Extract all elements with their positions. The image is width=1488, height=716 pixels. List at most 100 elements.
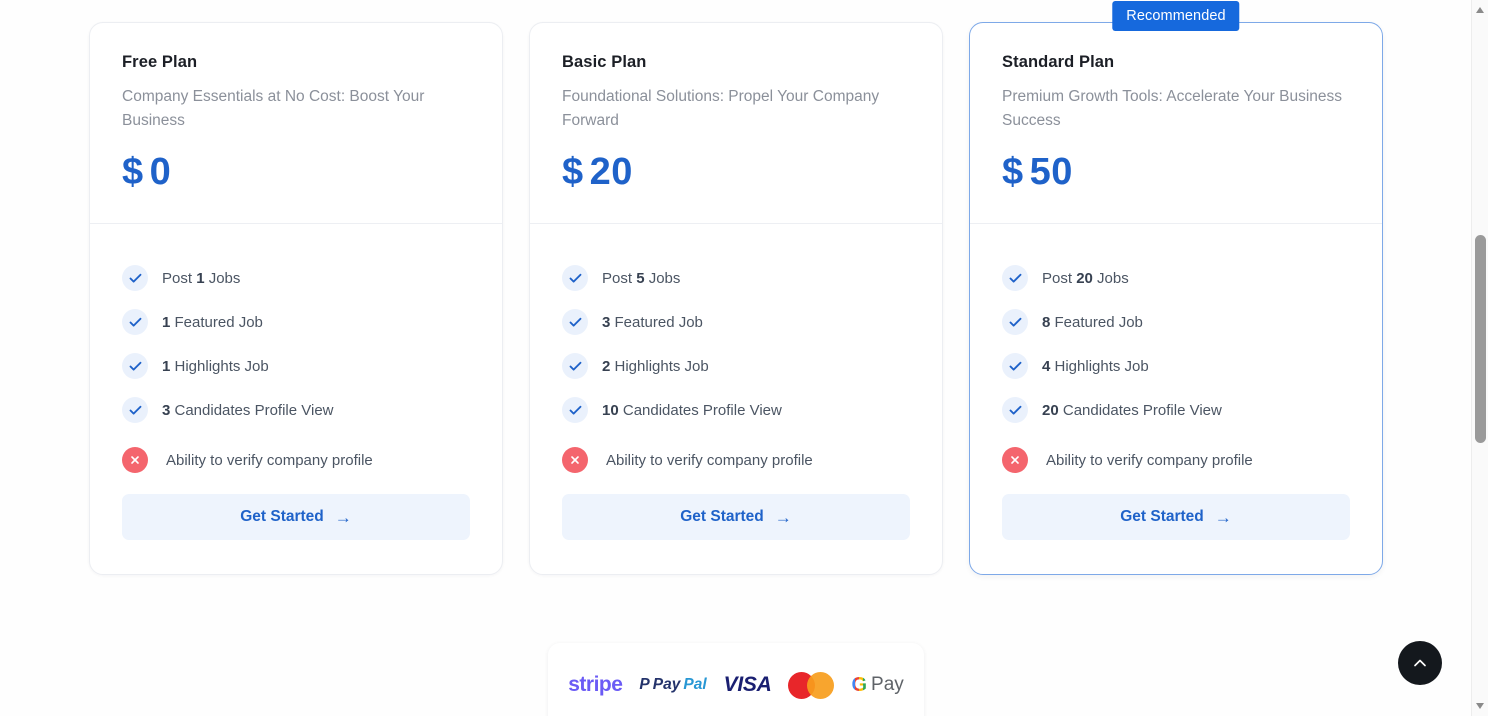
check-icon — [129, 273, 141, 283]
feature-suffix: Jobs — [1092, 269, 1129, 287]
plan-name: Standard Plan — [1002, 53, 1115, 71]
feature-value: 5 — [636, 269, 645, 287]
get-started-button[interactable]: Get Started → — [562, 494, 910, 540]
feature-text: Ability to verify company profile — [1046, 452, 1253, 469]
check-icon-badge — [562, 309, 588, 335]
pricing-card: Recommended Standard Plan Premium Growth T… — [969, 1, 1383, 575]
cta-wrapper: Get Started → — [90, 494, 502, 574]
feature-item: Ability to verify company profile — [562, 438, 910, 482]
check-icon-badge — [1002, 397, 1028, 423]
feature-list: Post 20 Jobs 8 Featured Job 4 Highlights J… — [970, 224, 1382, 494]
scrollbar-down-arrow[interactable] — [1472, 698, 1488, 714]
cross-icon-badge — [1002, 447, 1028, 473]
feature-text: Post 1 Jobs — [162, 270, 240, 287]
recommended-badge: Recommended — [1112, 1, 1240, 31]
feature-text: Ability to verify company profile — [166, 452, 373, 469]
feature-item: 1 Highlights Job — [122, 344, 470, 388]
feature-suffix: Featured Job — [1050, 313, 1143, 331]
triangle-down-icon — [1476, 703, 1484, 709]
scrollbar-up-arrow[interactable] — [1472, 2, 1488, 18]
feature-suffix: Candidates Profile View — [170, 401, 334, 419]
check-icon — [129, 361, 141, 371]
currency-symbol: $ — [1002, 151, 1024, 193]
feature-value: 10 — [602, 401, 619, 419]
visa-logo: VISA — [724, 672, 772, 698]
paypal-pay-text: Pay — [652, 676, 681, 693]
plan-name: Free Plan — [122, 53, 198, 71]
check-icon — [1009, 405, 1021, 415]
get-started-label: Get Started — [1120, 508, 1204, 525]
feature-suffix: Featured Job — [170, 313, 263, 331]
gpay-pay-text: Pay — [871, 674, 904, 695]
feature-item: 1 Featured Job — [122, 300, 470, 344]
price-amount: 20 — [589, 151, 633, 193]
feature-value: 20 — [1076, 269, 1093, 287]
gpay-logo: G Pay — [851, 672, 903, 698]
arrow-right-icon: → — [1214, 507, 1232, 527]
feature-value: 1 — [196, 269, 205, 287]
feature-text: 1 Highlights Job — [162, 358, 269, 375]
plan-price: $0 — [122, 151, 470, 194]
price-amount: 0 — [149, 151, 172, 193]
feature-item: Ability to verify company profile — [1002, 438, 1350, 482]
check-icon-badge — [122, 265, 148, 291]
pricing-card: Basic Plan Foundational Solutions: Propel… — [529, 22, 943, 575]
check-icon — [569, 273, 581, 283]
arrow-right-icon: → — [334, 507, 352, 527]
get-started-button[interactable]: Get Started → — [122, 494, 470, 540]
plan-tagline: Premium Growth Tools: Accelerate Your Bu… — [1002, 88, 1343, 129]
vertical-scrollbar[interactable] — [1471, 0, 1488, 716]
feature-prefix: Post — [602, 269, 637, 287]
pricing-plans-row: Free Plan Company Essentials at No Cost: … — [89, 1, 1384, 575]
check-icon-badge — [562, 265, 588, 291]
feature-text: 3 Candidates Profile View — [162, 402, 334, 419]
feature-text: Post 5 Jobs — [602, 270, 680, 287]
triangle-up-icon — [1476, 7, 1484, 13]
feature-suffix: Ability to verify company profile — [606, 451, 813, 469]
paypal-p-glyph: P — [639, 676, 650, 693]
feature-suffix: Ability to verify company profile — [166, 451, 373, 469]
feature-text: 1 Featured Job — [162, 314, 263, 331]
feature-prefix: Post — [162, 269, 197, 287]
price-amount: 50 — [1029, 151, 1073, 193]
get-started-button[interactable]: Get Started → — [1002, 494, 1350, 540]
scrollbar-thumb[interactable] — [1475, 235, 1486, 443]
check-icon-badge — [562, 397, 588, 423]
get-started-label: Get Started — [240, 508, 324, 525]
feature-suffix: Highlights Job — [610, 357, 709, 375]
feature-item: 3 Featured Job — [562, 300, 910, 344]
feature-item: Post 1 Jobs — [122, 256, 470, 300]
feature-item: 3 Candidates Profile View — [122, 388, 470, 432]
feature-suffix: Featured Job — [610, 313, 703, 331]
close-icon — [571, 456, 579, 464]
cross-icon-badge — [562, 447, 588, 473]
get-started-label: Get Started — [680, 508, 764, 525]
check-icon — [569, 405, 581, 415]
cta-wrapper: Get Started → — [970, 494, 1382, 574]
browser-viewport: Free Plan Company Essentials at No Cost: … — [0, 0, 1488, 716]
plan-tagline: Company Essentials at No Cost: Boost You… — [122, 88, 425, 129]
check-icon — [569, 361, 581, 371]
page-content: Free Plan Company Essentials at No Cost: … — [0, 0, 1471, 716]
feature-item: 8 Featured Job — [1002, 300, 1350, 344]
feature-item: 2 Highlights Job — [562, 344, 910, 388]
plan-price: $20 — [562, 151, 910, 194]
feature-item: 4 Highlights Job — [1002, 344, 1350, 388]
feature-item: Post 20 Jobs — [1002, 256, 1350, 300]
feature-text: 8 Featured Job — [1042, 314, 1143, 331]
feature-item: 20 Candidates Profile View — [1002, 388, 1350, 432]
plan-tagline: Foundational Solutions: Propel Your Comp… — [562, 88, 880, 129]
scroll-to-top-button[interactable] — [1398, 641, 1442, 685]
cta-wrapper: Get Started → — [530, 494, 942, 574]
check-icon-badge — [122, 397, 148, 423]
visa-logo-text: VISA — [723, 673, 772, 696]
check-icon — [1009, 361, 1021, 371]
check-icon-badge — [122, 353, 148, 379]
check-icon — [1009, 273, 1021, 283]
google-g-glyph: G — [851, 673, 868, 696]
card-header: Free Plan Company Essentials at No Cost: … — [90, 23, 502, 223]
feature-suffix: Candidates Profile View — [618, 401, 782, 419]
check-icon — [1009, 317, 1021, 327]
feature-text: Post 20 Jobs — [1042, 270, 1129, 287]
pricing-card: Free Plan Company Essentials at No Cost: … — [89, 22, 503, 575]
